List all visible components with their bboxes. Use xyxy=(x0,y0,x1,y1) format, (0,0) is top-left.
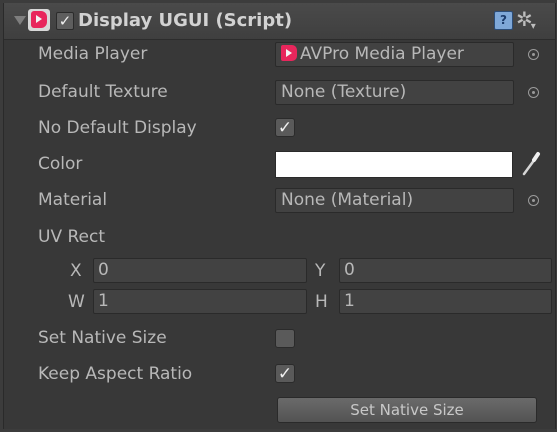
media-player-value: AVPro Media Player xyxy=(300,44,464,64)
no-default-display-checkbox[interactable]: ✓ xyxy=(275,118,295,137)
keep-aspect-ratio-checkbox[interactable]: ✓ xyxy=(275,364,295,383)
uv-h-label: H xyxy=(315,292,328,312)
component-enabled-checkbox[interactable]: ✓ xyxy=(56,12,74,30)
uv-h-field[interactable]: 1 xyxy=(339,289,552,314)
object-picker-icon[interactable] xyxy=(528,195,539,206)
default-texture-field[interactable]: None (Texture) xyxy=(275,80,514,105)
uv-y-label: Y xyxy=(315,261,326,281)
help-icon[interactable]: ? xyxy=(494,11,513,30)
media-player-label: Media Player xyxy=(38,44,148,64)
set-native-size-checkbox[interactable] xyxy=(275,329,295,348)
component-title: Display UGUI (Script) xyxy=(78,10,293,31)
uv-y-field[interactable]: 0 xyxy=(339,258,552,283)
gear-icon[interactable]: ✲▾ xyxy=(516,7,536,39)
object-picker-icon[interactable] xyxy=(528,49,539,60)
uv-x-field[interactable]: 0 xyxy=(93,258,307,283)
media-player-icon xyxy=(28,9,50,31)
material-label: Material xyxy=(38,190,108,210)
color-field[interactable] xyxy=(275,151,513,178)
material-field[interactable]: None (Material) xyxy=(275,188,514,213)
media-player-field[interactable]: AVPro Media Player xyxy=(275,42,514,67)
uv-x-label: X xyxy=(70,261,82,281)
set-native-size-button[interactable]: Set Native Size xyxy=(277,397,537,423)
keep-aspect-ratio-label: Keep Aspect Ratio xyxy=(38,364,193,384)
uv-w-field[interactable]: 1 xyxy=(93,289,307,314)
component-header[interactable]: ✓ Display UGUI (Script) ? ✲▾ xyxy=(4,3,555,40)
media-player-icon xyxy=(281,45,297,61)
set-native-size-label: Set Native Size xyxy=(38,328,167,348)
default-texture-label: Default Texture xyxy=(38,82,168,102)
uv-rect-label: UV Rect xyxy=(38,227,105,247)
no-default-display-label: No Default Display xyxy=(38,118,197,138)
eyedropper-icon[interactable] xyxy=(520,151,542,177)
object-picker-icon[interactable] xyxy=(528,87,539,98)
uv-w-label: W xyxy=(68,292,85,312)
color-label: Color xyxy=(38,154,83,174)
foldout-arrow-icon[interactable] xyxy=(14,16,26,25)
